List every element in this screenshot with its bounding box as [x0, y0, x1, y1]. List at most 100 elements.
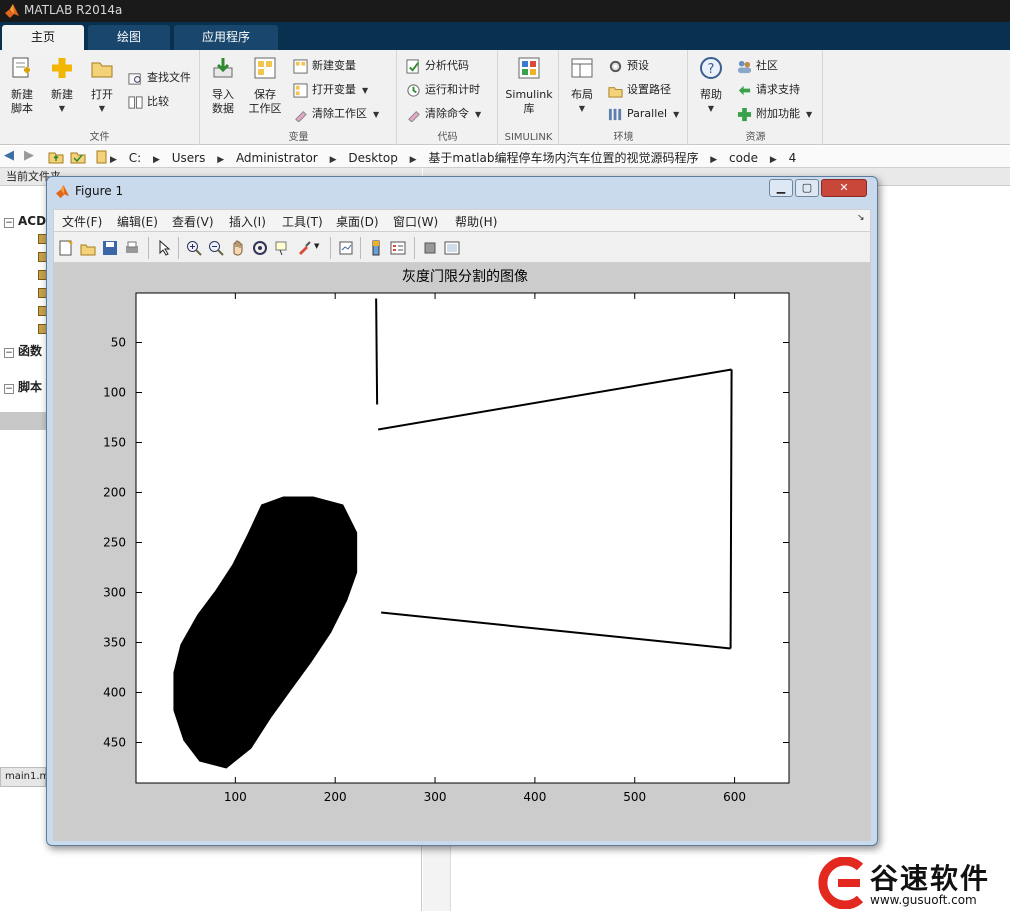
ribbon: 新建 脚本 新建 ▼ 打开 ▼ 查找文件 比较 文件 导入 数据 保存 工作区	[0, 50, 1010, 145]
rotate-3d-icon[interactable]	[252, 240, 268, 256]
analyze-code-button[interactable]: 分析代码	[406, 56, 469, 76]
x-tick-label: 200	[324, 790, 347, 804]
layout-icon	[571, 58, 593, 78]
run-and-time-button[interactable]: 运行和计时	[406, 80, 480, 100]
open-variable-icon	[293, 82, 308, 98]
collapse-icon[interactable]: −	[4, 348, 14, 358]
preferences-button[interactable]: 预设	[608, 56, 649, 76]
menu-window[interactable]: 窗口(W)	[393, 213, 438, 230]
menu-edit[interactable]: 编辑(E)	[117, 213, 158, 230]
x-tick-label: 400	[523, 790, 546, 804]
new-script-label: 新建 脚本	[11, 88, 33, 115]
find-files-button[interactable]: 查找文件	[128, 68, 191, 88]
parallel-icon	[608, 108, 622, 120]
y-tick-label: 150	[103, 436, 126, 450]
breadcrumb-item[interactable]: code	[729, 151, 758, 165]
clear-commands-button[interactable]: 清除命令 ▼	[406, 104, 481, 124]
close-button[interactable]: ✕	[821, 179, 867, 197]
add-ons-button[interactable]: 附加功能 ▼	[737, 104, 812, 124]
breadcrumb-item[interactable]: 4	[789, 151, 797, 165]
open-file-icon[interactable]	[80, 240, 96, 256]
plot-title: 灰度门限分割的图像	[402, 268, 528, 285]
new-variable-label: 新建变量	[312, 59, 356, 72]
data-cursor-icon[interactable]	[274, 240, 290, 256]
colorbar-icon[interactable]	[368, 240, 384, 256]
maximize-button[interactable]: ▢	[795, 179, 819, 197]
tree-section-functions[interactable]: − 函数	[4, 342, 42, 359]
collapse-icon[interactable]: −	[4, 218, 14, 228]
legend-icon[interactable]	[390, 240, 406, 256]
clear-workspace-button[interactable]: 清除工作区 ▼	[293, 104, 379, 124]
breadcrumb-item[interactable]: Desktop	[348, 151, 398, 165]
brush-icon[interactable]	[296, 240, 312, 256]
menu-desktop[interactable]: 桌面(D)	[336, 213, 379, 230]
pan-hand-icon[interactable]	[230, 240, 246, 256]
layout-button[interactable]: 布局 ▼	[566, 56, 598, 116]
group-code-label: 代码	[437, 132, 458, 143]
brush-dropdown-icon[interactable]: ▼	[314, 242, 319, 250]
browse-folder-icon[interactable]	[70, 149, 86, 164]
community-button[interactable]: 社区	[737, 56, 778, 76]
set-path-button[interactable]: 设置路径	[608, 80, 671, 100]
print-icon[interactable]	[124, 240, 140, 256]
parallel-dropdown-icon: ▼	[673, 110, 680, 119]
hide-plot-tools-icon[interactable]	[422, 240, 438, 256]
add-ons-label: 附加功能	[756, 107, 800, 120]
parallel-button[interactable]: Parallel ▼	[608, 104, 679, 124]
new-button[interactable]: 新建 ▼	[46, 56, 78, 116]
breadcrumb-item[interactable]: 基于matlab编程停车场内汽车位置的视觉源码程序	[428, 151, 698, 165]
group-variable: 导入 数据 保存 工作区 新建变量 打开变量 ▼ 清除工作区 ▼ 变量	[201, 50, 397, 145]
link-plot-icon[interactable]	[338, 240, 354, 256]
menu-file[interactable]: 文件(F)	[62, 213, 102, 230]
menu-insert[interactable]: 插入(I)	[229, 213, 266, 230]
tree-section-acd[interactable]: − ACD	[4, 214, 46, 228]
save-icon[interactable]	[102, 240, 118, 256]
breadcrumb-item[interactable]: Users	[172, 151, 206, 165]
menu-view[interactable]: 查看(V)	[172, 213, 214, 230]
show-plot-tools-icon[interactable]	[444, 240, 460, 256]
menu-help[interactable]: 帮助(H)	[455, 213, 497, 230]
request-support-button[interactable]: 请求支持	[737, 80, 800, 100]
new-variable-button[interactable]: 新建变量	[293, 56, 356, 76]
help-dropdown-icon: ▼	[707, 104, 715, 113]
minimize-button[interactable]: ▁	[769, 179, 793, 197]
add-ons-dropdown-icon: ▼	[806, 110, 813, 119]
new-figure-icon[interactable]	[58, 240, 74, 256]
dock-arrow-icon[interactable]: ↘	[857, 213, 865, 223]
brand-url: www.gusuoft.com	[870, 893, 977, 907]
zoom-out-icon[interactable]	[208, 240, 224, 256]
tab-home[interactable]: 主页	[2, 25, 84, 50]
selected-file-row[interactable]	[0, 412, 46, 430]
import-data-button[interactable]: 导入 数据	[207, 56, 239, 116]
new-script-button[interactable]: 新建 脚本	[6, 56, 38, 116]
breadcrumb-item[interactable]: C:	[129, 151, 141, 165]
editor-tab-main1[interactable]: main1.m	[0, 767, 49, 787]
y-tick-label: 400	[103, 686, 126, 700]
request-support-label: 请求支持	[756, 83, 800, 96]
back-icon[interactable]: ◀	[4, 148, 14, 163]
menu-tools[interactable]: 工具(T)	[282, 213, 323, 230]
group-file-label: 文件	[89, 132, 110, 143]
run-and-time-label: 运行和计时	[425, 83, 480, 96]
clear-workspace-icon	[295, 110, 307, 122]
breadcrumb-item[interactable]: Administrator	[236, 151, 318, 165]
toolbar-separator	[330, 237, 331, 259]
simulink-library-button[interactable]: Simulink 库	[503, 56, 555, 116]
forward-icon[interactable]: ▶	[24, 148, 34, 163]
pointer-icon[interactable]	[156, 240, 172, 256]
app-titlebar: MATLAB R2014a	[0, 0, 1010, 22]
help-button[interactable]: ? 帮助 ▼	[695, 56, 727, 116]
save-workspace-button[interactable]: 保存 工作区	[247, 56, 283, 116]
run-and-time-icon	[407, 83, 420, 97]
up-folder-icon[interactable]	[48, 149, 64, 164]
tab-apps[interactable]: 应用程序	[174, 25, 278, 50]
collapse-icon[interactable]: −	[4, 384, 14, 394]
request-support-icon	[738, 85, 751, 95]
tab-plots[interactable]: 绘图	[88, 25, 170, 50]
open-button[interactable]: 打开 ▼	[86, 56, 118, 116]
zoom-in-icon[interactable]	[186, 240, 202, 256]
tree-section-scripts[interactable]: − 脚本	[4, 378, 42, 395]
open-variable-button[interactable]: 打开变量 ▼	[293, 80, 368, 100]
image-axes: 灰度门限分割的图像 100 200 300 400 500 600 50 100 150 200 2…	[103, 268, 790, 804]
compare-button[interactable]: 比较	[128, 92, 169, 112]
